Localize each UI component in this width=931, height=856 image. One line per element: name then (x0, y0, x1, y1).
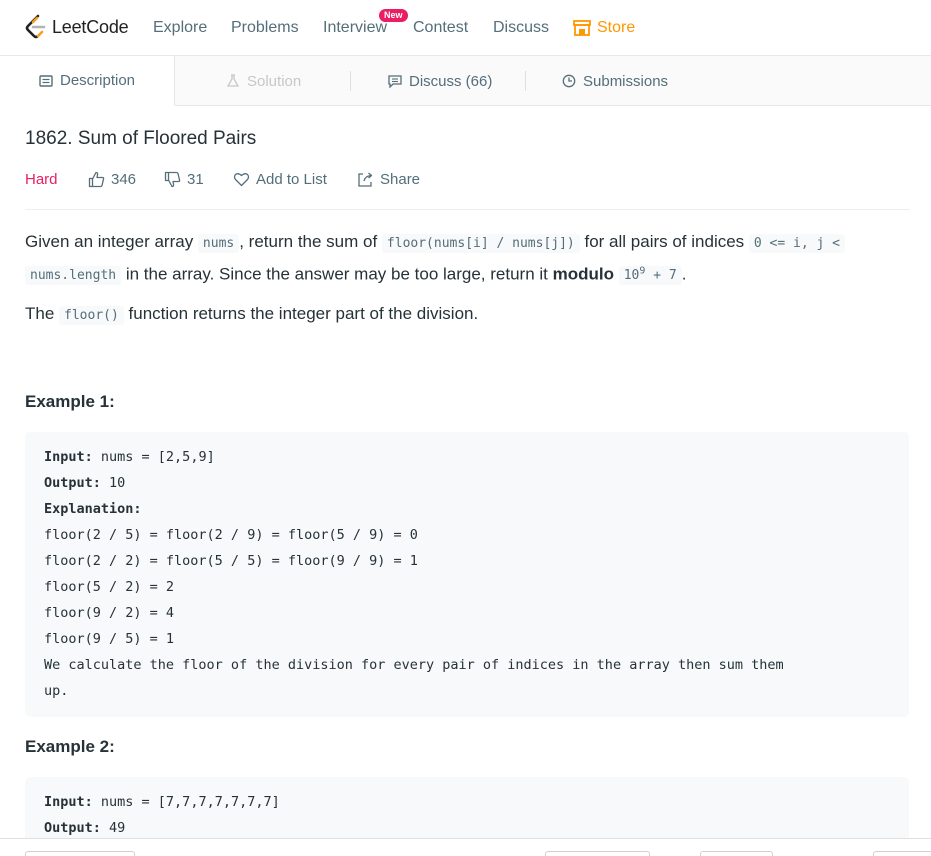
like-button[interactable]: 346 (88, 171, 136, 188)
tab-solution[interactable]: Solution (226, 56, 301, 106)
description-icon (39, 74, 53, 87)
modulo-rest: + 7 (645, 268, 677, 284)
flask-icon (226, 74, 240, 87)
output-value: 49 (100, 820, 126, 836)
comment-icon (388, 75, 402, 88)
nav-problems[interactable]: Problems (231, 19, 299, 37)
input-value: nums = [2,5,9] (92, 449, 215, 465)
inline-code: floor() (59, 306, 124, 325)
tab-description-label: Description (59, 72, 136, 89)
bold-text: modulo (552, 264, 614, 284)
tab-separator (350, 71, 351, 91)
nav-interview[interactable]: Interview (323, 19, 387, 37)
new-badge: New (379, 9, 408, 22)
like-count: 346 (111, 171, 137, 188)
difficulty-label: Hard (25, 171, 58, 188)
nav-explore[interactable]: Explore (153, 19, 207, 37)
toolbar-button[interactable] (25, 851, 135, 856)
modulo-base: 10 (623, 268, 640, 284)
meta-divider (25, 209, 910, 210)
inline-code: nums (197, 234, 240, 253)
example-input-line: Input: nums = [2,5,9] (44, 444, 890, 470)
statement-text: in the array. Since the answer may be to… (121, 264, 553, 284)
explanation-line: floor(2 / 2) = floor(5 / 5) = floor(9 / … (44, 553, 418, 569)
statement-text: Given an integer array (25, 232, 198, 251)
inline-code: floor(nums[i] / nums[j]) (381, 234, 580, 253)
tab-separator (525, 71, 526, 91)
dislike-button[interactable]: 31 (164, 171, 204, 188)
output-label: Output: (44, 820, 101, 836)
inline-code: 109 + 7 (618, 266, 682, 286)
example-1-title: Example 1: (25, 392, 115, 411)
statement-paragraph-1: Given an integer array nums, return the … (25, 228, 910, 290)
problem-title: 1862. Sum of Floored Pairs (25, 128, 257, 149)
add-to-list-button[interactable]: Add to List (233, 171, 327, 188)
logo[interactable]: LeetCode (24, 14, 129, 40)
tab-solution-label: Solution (247, 72, 302, 90)
nav-discuss[interactable]: Discuss (493, 19, 549, 37)
share-icon (358, 172, 373, 187)
tab-description[interactable]: Description (0, 56, 175, 106)
statement-text: The (25, 304, 60, 323)
thumbs-up-icon (88, 171, 105, 188)
statement-text: . (681, 264, 687, 284)
explanation-line: floor(9 / 5) = 1 (44, 631, 175, 647)
example-2-block: Input: nums = [7,7,7,7,7,7,7] Output: 49 (25, 777, 909, 847)
tab-discuss-label: Discuss (66) (409, 72, 493, 90)
share-button[interactable]: Share (357, 171, 420, 188)
input-label: Input: (44, 449, 93, 465)
explanation-line: floor(2 / 5) = floor(2 / 9) = floor(5 / … (44, 527, 418, 543)
toolbar-button[interactable] (700, 851, 773, 856)
explanation-line: floor(5 / 2) = 2 (44, 579, 175, 595)
thumbs-down-icon (164, 171, 181, 188)
add-to-list-label: Add to List (256, 171, 327, 188)
nav-store[interactable]: Store (573, 19, 635, 37)
tab-discuss[interactable]: Discuss (66) (388, 56, 492, 106)
example-input-line: Input: nums = [7,7,7,7,7,7,7] (44, 789, 890, 815)
problem-tabs: Description Solution Discuss (66) Submis… (0, 56, 931, 106)
problem-meta: Hard 346 31 Add to List Share (25, 170, 910, 190)
input-value: nums = [7,7,7,7,7,7,7] (92, 794, 280, 810)
explanation-line: up. (44, 683, 69, 699)
example-2-title: Example 2: (25, 737, 115, 756)
statement-text: for all pairs of indices (579, 232, 749, 251)
example-1-block: Input: nums = [2,5,9] Output: 10 Explana… (25, 432, 909, 717)
tab-submissions-label: Submissions (583, 72, 669, 90)
input-label: Input: (44, 794, 93, 810)
explanation-line: floor(9 / 2) = 4 (44, 605, 175, 621)
clock-icon (562, 74, 576, 88)
explanation-label: Explanation: (44, 496, 890, 522)
nav-contest[interactable]: Contest (413, 19, 468, 37)
output-label: Output: (44, 475, 101, 491)
explanation-line: We calculate the floor of the division f… (44, 657, 784, 673)
leetcode-logo-icon (25, 14, 46, 39)
tab-submissions[interactable]: Submissions (562, 56, 668, 106)
share-label: Share (380, 171, 421, 188)
example-output-line: Output: 10 (44, 470, 890, 496)
store-icon (573, 20, 591, 36)
heart-icon (233, 173, 250, 187)
toolbar-button[interactable] (545, 851, 650, 856)
logo-text: LeetCode (52, 16, 129, 37)
bottom-toolbar (0, 838, 931, 856)
top-nav: LeetCode Explore Problems Interview New … (0, 0, 931, 56)
statement-paragraph-2: The floor() function returns the integer… (25, 300, 910, 330)
statement-text: function returns the integer part of the… (123, 304, 479, 323)
explanation-label-text: Explanation: (44, 501, 142, 517)
toolbar-button[interactable] (873, 851, 931, 856)
inline-code: nums.length (25, 266, 122, 286)
dislike-count: 31 (187, 171, 204, 188)
nav-store-label: Store (597, 19, 636, 36)
output-value: 10 (100, 475, 126, 491)
statement-text: , return the sum of (239, 232, 382, 251)
inline-code: 0 <= i, j < (748, 234, 845, 253)
